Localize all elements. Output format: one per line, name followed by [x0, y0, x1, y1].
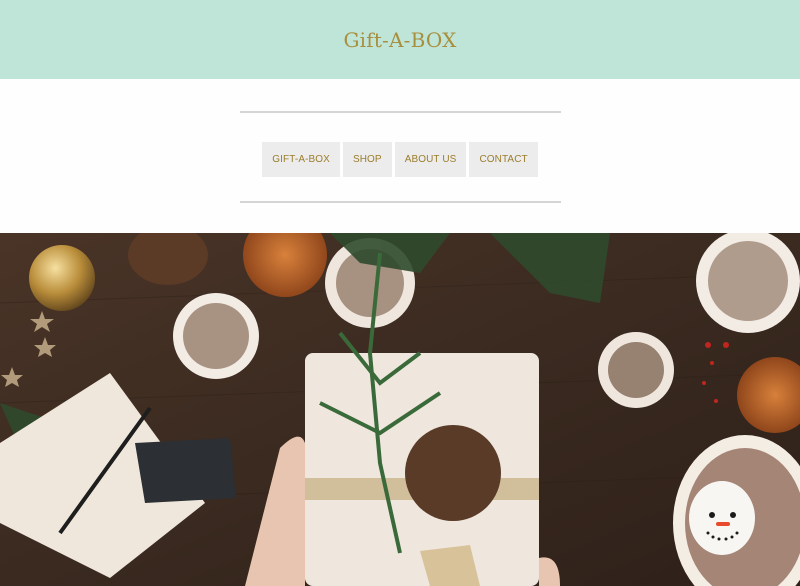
nav-item-shop[interactable]: SHOP [342, 142, 392, 177]
nav-item-about-us[interactable]: ABOUT US [394, 142, 467, 177]
nav-divider-bottom [240, 201, 561, 203]
hero-image [0, 233, 800, 586]
site-header: Gift-A-BOX [0, 0, 800, 79]
ornament-icon [29, 245, 95, 311]
site-title[interactable]: Gift-A-BOX [343, 28, 456, 52]
nav-divider-top [240, 111, 561, 113]
nav-item-gift-a-box[interactable]: GIFT-A-BOX [262, 142, 340, 177]
nav-item-contact[interactable]: CONTACT [469, 142, 538, 177]
hero-illustration [0, 233, 800, 586]
nav-section: GIFT-A-BOX SHOP ABOUT US CONTACT [0, 79, 800, 233]
main-nav: GIFT-A-BOX SHOP ABOUT US CONTACT [0, 142, 800, 177]
